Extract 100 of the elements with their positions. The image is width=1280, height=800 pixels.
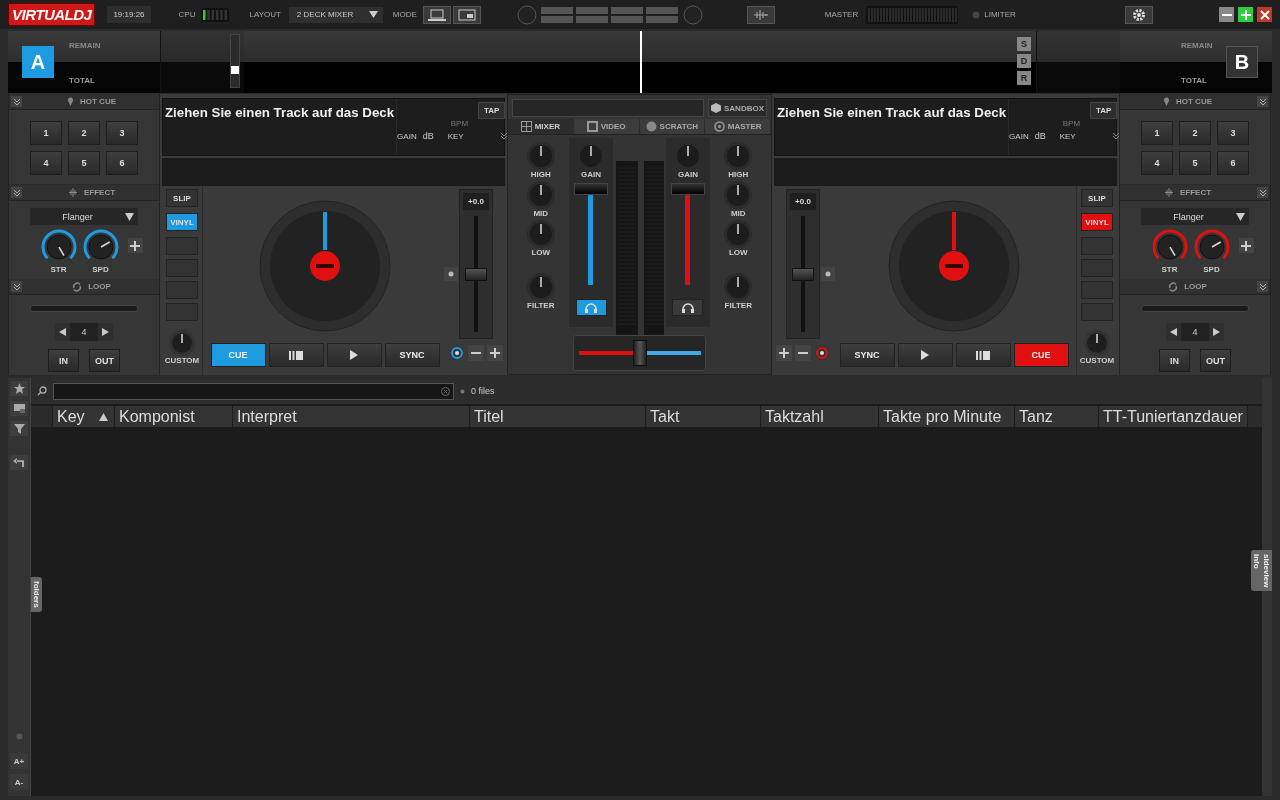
close-icon[interactable] xyxy=(1257,7,1272,22)
eq-knob[interactable] xyxy=(723,272,754,302)
cue-button[interactable]: CUE xyxy=(1013,343,1069,367)
turntable-platter[interactable] xyxy=(259,200,391,332)
collapse-icon[interactable] xyxy=(1257,187,1268,198)
column-header[interactable]: TT-Tuniertanzdauer xyxy=(1099,406,1248,427)
collapse-icon[interactable] xyxy=(1257,281,1268,292)
deck-letter[interactable]: B xyxy=(1226,46,1258,78)
effect-dropdown[interactable]: Flanger xyxy=(30,208,138,225)
search-field[interactable] xyxy=(53,382,454,400)
slip-button[interactable]: SLIP xyxy=(1081,189,1113,207)
hot-cue-button[interactable]: 5 xyxy=(68,151,100,175)
pitch-down-icon[interactable] xyxy=(795,345,811,361)
settings-icon[interactable] xyxy=(1125,5,1153,24)
mixer-tab[interactable]: VIDEO xyxy=(573,119,640,134)
previous-icon[interactable] xyxy=(1166,323,1181,341)
collapse-icon[interactable] xyxy=(11,187,22,198)
key-lock-icon[interactable] xyxy=(449,345,465,361)
column-header[interactable]: Komponist xyxy=(115,406,233,427)
column-header[interactable]: Interpret xyxy=(233,406,470,427)
headphone-icon[interactable] xyxy=(672,299,704,316)
eq-knob[interactable] xyxy=(525,141,556,171)
play-icon[interactable] xyxy=(897,343,953,367)
pause-stop-icon[interactable] xyxy=(268,343,324,367)
vinyl-button[interactable]: VINYL xyxy=(1081,213,1113,231)
font-size-button[interactable]: A- xyxy=(10,774,28,790)
turntable-platter[interactable] xyxy=(888,200,1020,332)
hot-cue-button[interactable]: 2 xyxy=(1179,121,1211,145)
minimize-icon[interactable] xyxy=(1219,7,1234,22)
loop-button[interactable]: IN xyxy=(48,349,79,372)
sandbox-button[interactable]: SANDBOX xyxy=(708,99,767,117)
mixer-tab[interactable]: MIXER xyxy=(508,119,574,134)
hot-cue-button[interactable]: 2 xyxy=(68,121,100,145)
collapse-icon[interactable] xyxy=(11,96,22,107)
waveform-option-button[interactable]: S xyxy=(1017,37,1031,51)
hot-cue-button[interactable]: 1 xyxy=(1141,121,1173,145)
next-icon[interactable] xyxy=(1209,323,1224,341)
tap-button[interactable]: TAP xyxy=(1090,102,1118,119)
waveform-icon[interactable] xyxy=(746,5,775,24)
folders-tab[interactable]: folders xyxy=(31,577,42,612)
hot-cue-button[interactable]: 4 xyxy=(30,151,62,175)
next-icon[interactable] xyxy=(98,323,113,341)
font-size-button[interactable]: A+ xyxy=(10,753,28,769)
mixer-tab[interactable]: MASTER xyxy=(705,119,771,134)
collapse-icon[interactable] xyxy=(1112,132,1121,140)
filter-icon[interactable] xyxy=(10,421,28,436)
collapse-icon[interactable] xyxy=(1257,96,1268,107)
sync-button[interactable]: SYNC xyxy=(384,343,440,367)
eq-knob[interactable] xyxy=(723,180,754,210)
loop-button[interactable]: IN xyxy=(1159,349,1190,372)
hot-cue-button[interactable]: 4 xyxy=(1141,151,1173,175)
key-lock-icon[interactable] xyxy=(814,345,830,361)
eq-knob[interactable] xyxy=(525,272,556,302)
loop-button[interactable]: OUT xyxy=(89,349,120,372)
waveform-option-button[interactable]: D xyxy=(1017,54,1031,68)
hot-cue-button[interactable]: 5 xyxy=(1179,151,1211,175)
hot-cue-button[interactable]: 3 xyxy=(106,121,138,145)
clear-icon[interactable] xyxy=(441,386,450,396)
hot-cue-button[interactable]: 6 xyxy=(106,151,138,175)
effect-dropdown[interactable]: Flanger xyxy=(1141,208,1249,225)
pitch-reset-icon[interactable] xyxy=(821,267,835,281)
eq-knob[interactable] xyxy=(525,219,556,249)
headphone-icon[interactable] xyxy=(575,299,607,316)
add-icon[interactable] xyxy=(1238,238,1254,253)
slip-button[interactable]: SLIP xyxy=(166,189,198,207)
pitch-down-icon[interactable] xyxy=(468,345,484,361)
custom-knob[interactable] xyxy=(168,329,196,357)
hot-cue-button[interactable]: 6 xyxy=(1217,151,1249,175)
waveform-option-button[interactable]: R xyxy=(1017,71,1031,85)
pitch-slider[interactable] xyxy=(465,216,487,332)
laptop-icon[interactable] xyxy=(422,5,451,24)
hot-cue-button[interactable]: 1 xyxy=(30,121,62,145)
column-header[interactable]: Takte pro Minute xyxy=(879,406,1015,427)
column-header[interactable]: Tanz xyxy=(1015,406,1099,427)
loop-button[interactable]: OUT xyxy=(1200,349,1231,372)
layout-dropdown[interactable]: 2 DECK MIXER xyxy=(288,6,383,23)
sync-button[interactable]: SYNC xyxy=(839,343,895,367)
star-icon[interactable] xyxy=(10,381,28,396)
mixer-tab[interactable]: SCRATCH xyxy=(639,119,706,134)
column-header[interactable]: Taktzahl xyxy=(761,406,879,427)
card-icon[interactable] xyxy=(10,401,28,416)
eq-knob[interactable] xyxy=(525,180,556,210)
previous-icon[interactable] xyxy=(55,323,70,341)
column-header[interactable]: Takt xyxy=(646,406,761,427)
add-icon[interactable] xyxy=(127,238,143,253)
collapse-icon[interactable] xyxy=(11,281,22,292)
eq-knob[interactable] xyxy=(723,219,754,249)
pitch-slider[interactable] xyxy=(792,216,814,332)
monitor-icon[interactable] xyxy=(452,5,481,24)
pause-stop-icon[interactable] xyxy=(955,343,1011,367)
hot-cue-button[interactable]: 3 xyxy=(1217,121,1249,145)
tap-button[interactable]: TAP xyxy=(478,102,506,119)
column-header[interactable]: Key xyxy=(53,406,115,427)
zoom-slider[interactable] xyxy=(230,34,240,88)
custom-knob[interactable] xyxy=(1083,329,1111,357)
pitch-up-icon[interactable] xyxy=(776,345,792,361)
pitch-reset-icon[interactable] xyxy=(444,267,458,281)
pitch-up-icon[interactable] xyxy=(487,345,503,361)
play-icon[interactable] xyxy=(326,343,382,367)
column-header[interactable]: Titel xyxy=(470,406,646,427)
